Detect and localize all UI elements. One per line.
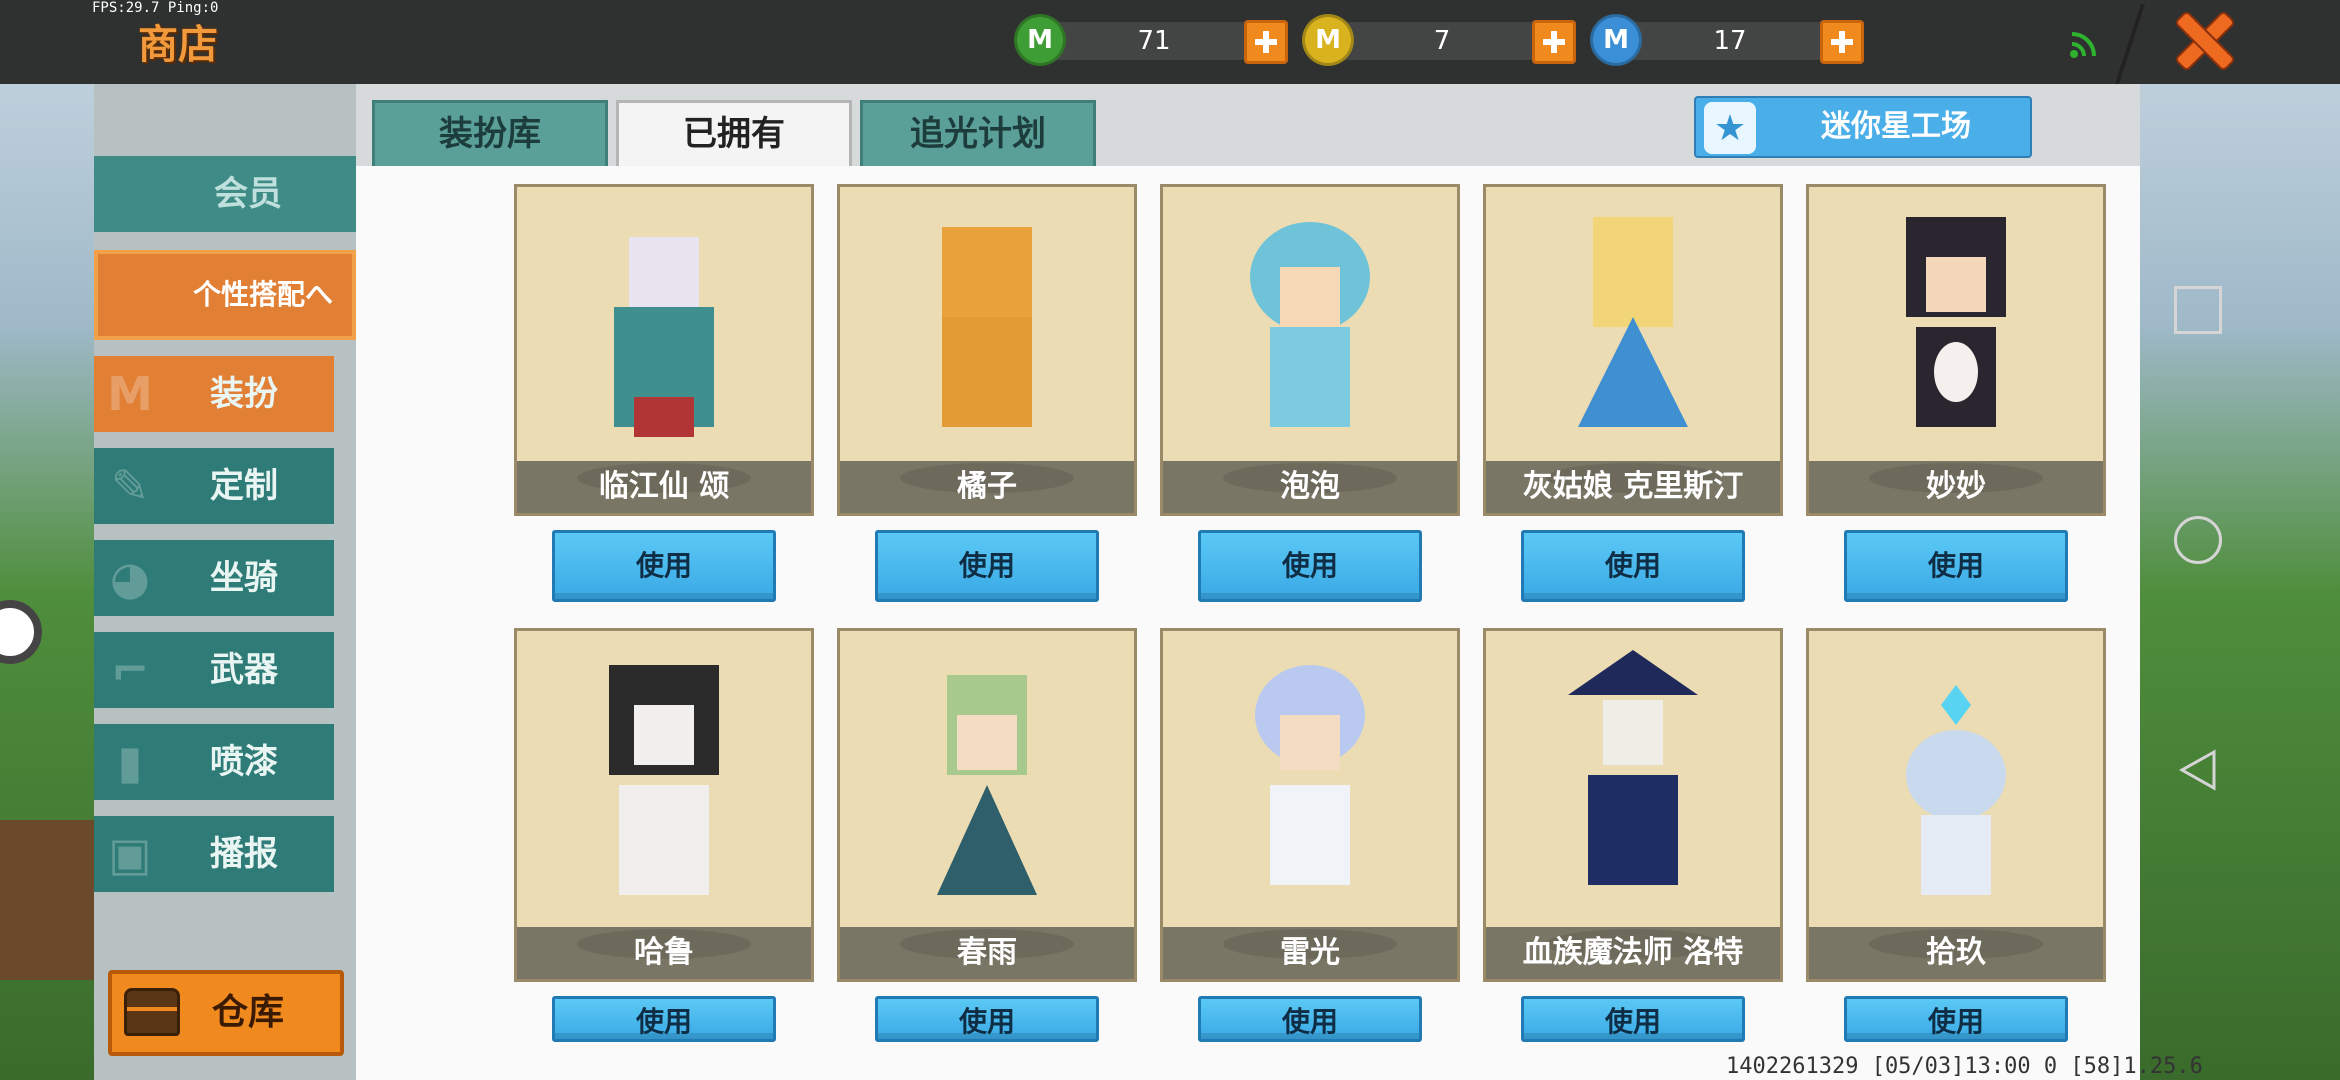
- shirt-icon: M: [107, 367, 153, 421]
- currency-value: 7: [1433, 26, 1451, 56]
- workshop-label: 迷你星工场: [1821, 109, 1971, 144]
- background-block: [0, 820, 94, 980]
- tab-outfit-library[interactable]: 装扮库: [372, 100, 608, 166]
- skin-name: 血族魔法师 洛特: [1486, 927, 1780, 979]
- skin-card[interactable]: 妙妙: [1806, 184, 2106, 516]
- pencil-icon: ✎: [110, 459, 150, 513]
- gun-icon: ⌐: [110, 643, 150, 697]
- add-currency-button[interactable]: [1532, 20, 1576, 64]
- skin-card[interactable]: 灰姑娘 克里斯汀: [1483, 184, 1783, 516]
- use-button[interactable]: 使用: [552, 996, 776, 1042]
- close-button[interactable]: [2170, 6, 2240, 76]
- sidebar-item-label: 坐骑: [210, 558, 278, 598]
- currency-green: M 71: [1014, 14, 1294, 66]
- currency-blue: M 17: [1590, 14, 1870, 66]
- skin-avatar: [937, 675, 1037, 895]
- mount-icon: ◕: [109, 551, 151, 605]
- skin-card[interactable]: 血族魔法师 洛特: [1483, 628, 1783, 982]
- skin-avatar: [1255, 665, 1365, 885]
- sidebar-item-label: 喷漆: [210, 742, 278, 782]
- signal-icon: [2070, 32, 2096, 58]
- skin-card[interactable]: 雷光: [1160, 628, 1460, 982]
- skin-card[interactable]: 临江仙 颂: [514, 184, 814, 516]
- mini-star-workshop-button[interactable]: ★ 迷你星工场: [1694, 96, 2032, 158]
- skin-avatar: [942, 227, 1032, 427]
- chest-icon: [124, 988, 180, 1036]
- add-currency-button[interactable]: [1820, 20, 1864, 64]
- sidebar-item-weapon[interactable]: ⌐ 武器: [94, 632, 334, 708]
- tab-light-chase-plan[interactable]: 追光计划: [860, 100, 1096, 166]
- home-button[interactable]: [2174, 516, 2222, 564]
- warehouse-button[interactable]: 仓库: [108, 970, 344, 1056]
- skin-name: 临江仙 颂: [517, 461, 811, 513]
- warehouse-label: 仓库: [212, 992, 285, 1033]
- sidebar-item-label: 武器: [210, 650, 278, 690]
- use-button[interactable]: 使用: [875, 996, 1099, 1042]
- skin-card[interactable]: 哈鲁: [514, 628, 814, 982]
- back-button[interactable]: [2174, 746, 2222, 794]
- broadcast-icon: ▣: [108, 827, 152, 881]
- use-button[interactable]: 使用: [1521, 530, 1745, 602]
- sidebar-item-label: 装扮: [210, 374, 278, 414]
- skin-name: 橘子: [840, 461, 1134, 513]
- sidebar-item-member[interactable]: 会员: [94, 156, 356, 232]
- skin-avatar: [614, 237, 714, 437]
- sidebar-item-custom[interactable]: ✎ 定制: [94, 448, 334, 524]
- top-bar: FPS:29.7 Ping:0 商店 M 71 M 7 M 17: [0, 0, 2340, 84]
- use-button[interactable]: 使用: [1521, 996, 1745, 1042]
- sidebar-item-outfit[interactable]: M 装扮: [94, 356, 334, 432]
- skin-card[interactable]: 泡泡: [1160, 184, 1460, 516]
- currency-value: 71: [1137, 26, 1171, 56]
- use-button[interactable]: 使用: [1844, 530, 2068, 602]
- skin-avatar: [1578, 217, 1688, 427]
- star-icon: ★: [1704, 102, 1756, 154]
- spray-can-icon: ▮: [117, 735, 143, 789]
- sidebar-item-mount[interactable]: ◕ 坐骑: [94, 540, 334, 616]
- skin-card[interactable]: 拾玖: [1806, 628, 2106, 982]
- divider: [2115, 4, 2145, 84]
- currency-value: 17: [1713, 26, 1747, 56]
- skin-card[interactable]: 春雨: [837, 628, 1137, 982]
- sidebar-header-personal-style[interactable]: 个性搭配へ: [94, 250, 356, 340]
- skin-avatar: [1568, 650, 1698, 885]
- page-title: 商店: [138, 22, 218, 68]
- skin-avatar: [1906, 685, 2006, 895]
- sidebar-item-label: 播报: [210, 834, 278, 874]
- skin-card[interactable]: 橘子: [837, 184, 1137, 516]
- sidebar-header-label: 个性搭配へ: [193, 278, 334, 311]
- use-button[interactable]: 使用: [875, 530, 1099, 602]
- recent-apps-button[interactable]: [2174, 286, 2222, 334]
- add-currency-button[interactable]: [1244, 20, 1288, 64]
- sidebar-item-broadcast[interactable]: ▣ 播报: [94, 816, 334, 892]
- use-button[interactable]: 使用: [552, 530, 776, 602]
- use-button[interactable]: 使用: [1844, 996, 2068, 1042]
- skin-name: 哈鲁: [517, 927, 811, 979]
- skin-name: 雷光: [1163, 927, 1457, 979]
- skin-name: 春雨: [840, 927, 1134, 979]
- use-button[interactable]: 使用: [1198, 530, 1422, 602]
- sidebar-item-spray[interactable]: ▮ 喷漆: [94, 724, 334, 800]
- build-info: 1402261329 [05/03]13:00 0 [58]1.25.6: [1726, 1054, 2203, 1079]
- skin-avatar: [609, 665, 719, 895]
- skin-name: 拾玖: [1809, 927, 2103, 979]
- skin-name: 灰姑娘 克里斯汀: [1486, 461, 1780, 513]
- skin-name: 泡泡: [1163, 461, 1457, 513]
- skin-avatar: [1906, 217, 2006, 427]
- skin-avatar: [1250, 222, 1370, 427]
- skin-name: 妙妙: [1809, 461, 2103, 513]
- currency-gold: M 7: [1302, 14, 1582, 66]
- sidebar-item-label: 定制: [210, 466, 278, 506]
- tab-owned[interactable]: 已拥有: [616, 100, 852, 166]
- sidebar-item-label: 会员: [214, 174, 282, 214]
- use-button[interactable]: 使用: [1198, 996, 1422, 1042]
